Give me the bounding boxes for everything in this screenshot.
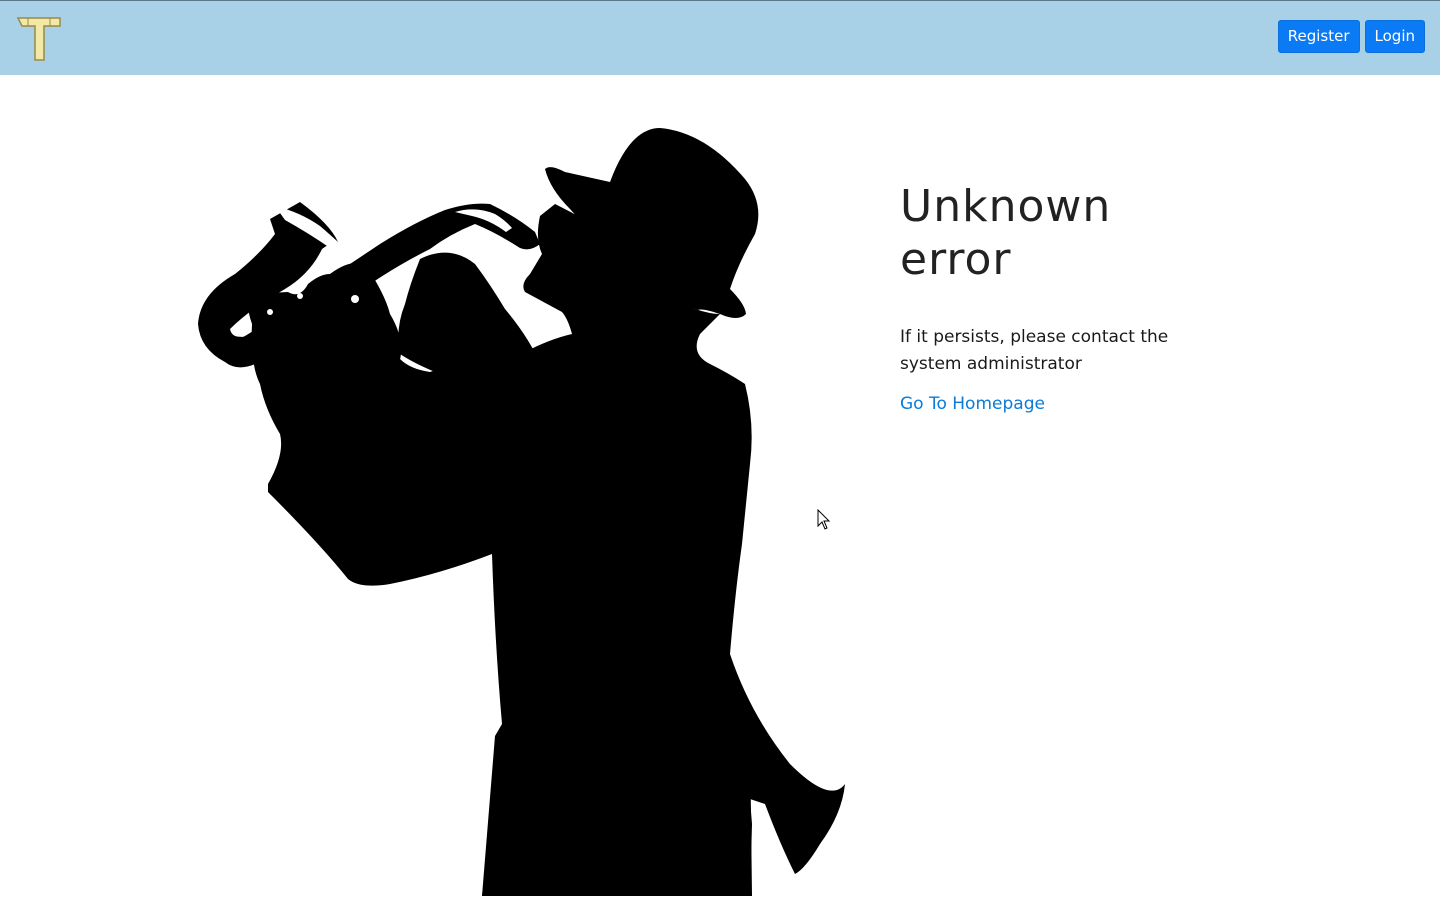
- register-button[interactable]: Register: [1277, 20, 1360, 53]
- mouse-cursor-icon: [817, 509, 831, 530]
- login-button[interactable]: Login: [1364, 20, 1425, 53]
- hammer-logo-icon[interactable]: [16, 14, 62, 64]
- nav-buttons: Register Login: [1277, 20, 1425, 53]
- top-navbar: Register Login: [0, 0, 1440, 75]
- saxophone-player-silhouette-icon: [198, 128, 845, 896]
- go-to-homepage-link[interactable]: Go To Homepage: [900, 394, 1045, 414]
- error-title: Unknown error: [900, 181, 1112, 285]
- error-content: Unknown error If it persists, please con…: [900, 180, 1200, 414]
- error-message: If it persists, please contact the syste…: [900, 327, 1169, 374]
